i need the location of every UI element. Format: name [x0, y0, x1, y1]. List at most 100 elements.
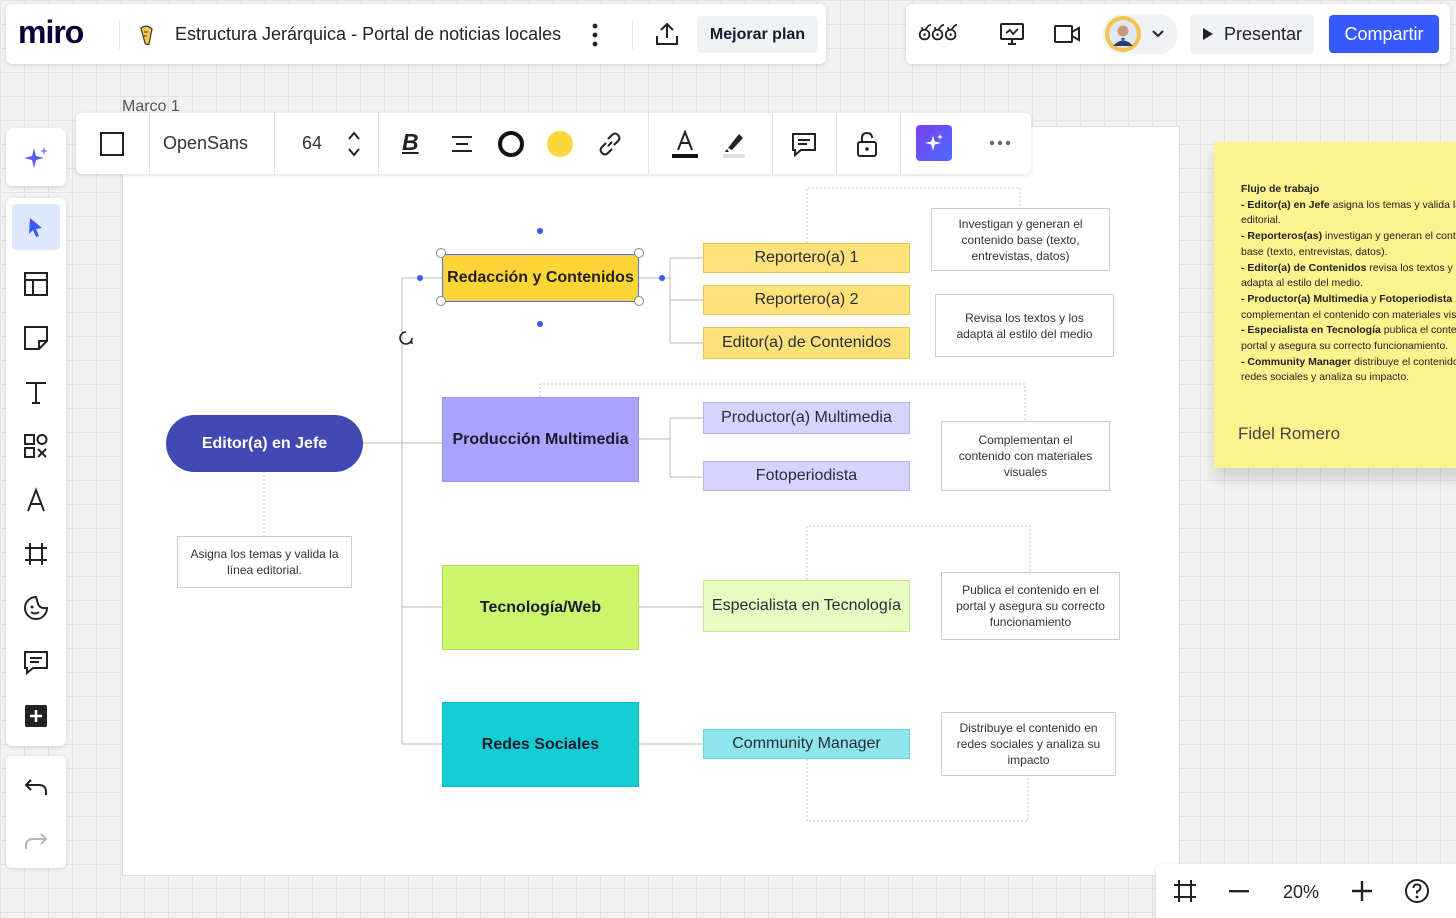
sticky-line-bold: - Editor(a) de Contenidos: [1241, 261, 1367, 274]
more-horizontal-icon[interactable]: [984, 133, 1016, 153]
resize-handle-tl[interactable]: [436, 248, 446, 258]
role-label: Fotoperiodista: [755, 467, 858, 484]
zoom-out-icon[interactable]: [1226, 878, 1252, 904]
branch-label: Redes Sociales: [481, 735, 600, 753]
format-toolbar: OpenSans 64 B: [76, 113, 1031, 174]
role-fotoperiodista[interactable]: Fotoperiodista: [703, 461, 910, 491]
note-multimedia[interactable]: Complementan el contenido con materiales…: [941, 421, 1110, 491]
role-especialista-tecnologia[interactable]: Especialista en Tecnología: [703, 580, 910, 632]
role-label: Editor(a) de Contenidos: [722, 334, 891, 351]
zoom-in-icon[interactable]: [1349, 878, 1375, 904]
branch-tecnologia-web[interactable]: Tecnología/Web: [442, 565, 639, 650]
role-label: Reportero(a) 2: [754, 291, 859, 308]
add-node-top-dot[interactable]: [537, 228, 543, 234]
sticky-line-text: investigan y generan el contenido: [1325, 230, 1456, 243]
sticky-line-bold: - Productor(a) Multimedia: [1241, 292, 1369, 305]
note-text: Distribuye el contenido en redes sociale…: [956, 721, 1101, 767]
font-family-select[interactable]: OpenSans: [163, 133, 248, 154]
role-editor-contenidos[interactable]: Editor(a) de Contenidos: [703, 327, 910, 359]
root-note[interactable]: Asigna los temas y valida la línea edito…: [177, 536, 352, 588]
sticky-line: - Editor(a) de Contenidos revisa los tex…: [1241, 261, 1456, 277]
sticky-line-bold: Fotoperiodista: [1379, 292, 1453, 305]
note-text: Complementan el contenido con materiales…: [958, 433, 1093, 479]
ai-assist-button[interactable]: [916, 125, 952, 161]
sticky-author: Fidel Romero: [1238, 424, 1341, 443]
sticky-title: Flujo de trabajo: [1241, 183, 1320, 195]
sticky-line-text: publica el contenido en el: [1383, 324, 1456, 337]
shape-type-square-icon[interactable]: [96, 128, 128, 160]
text-color-icon[interactable]: [668, 126, 702, 162]
sticky-line-text: base (texto, entrevistas, datos).: [1241, 245, 1388, 258]
add-node-right-dot[interactable]: [659, 275, 665, 281]
add-node-bottom-dot[interactable]: [537, 321, 543, 327]
note-text: Investigan y generan el contenido base (…: [958, 216, 1083, 263]
role-community-manager[interactable]: Community Manager: [703, 729, 910, 759]
role-label: Productor(a) Multimedia: [721, 409, 892, 426]
sticky-line-text: portal y asegura su correcto funcionamie…: [1241, 340, 1449, 353]
sticky-line-text: y: [1368, 292, 1380, 305]
role-label: Especialista en Tecnología: [711, 597, 902, 614]
root-node-label: Editor(a) en Jefe: [201, 434, 328, 452]
sticky-line: editorial.: [1241, 213, 1456, 229]
sticky-line: - Especialista en Tecnología publica el …: [1241, 323, 1456, 339]
note-text: Revisa los textos y los adapta al estilo…: [956, 310, 1093, 341]
role-reportero-2[interactable]: Reportero(a) 2: [703, 285, 910, 315]
sticky-line: - Community Manager distribuye el conten…: [1241, 355, 1456, 371]
branch-redes-sociales[interactable]: Redes Sociales: [442, 702, 639, 787]
role-label: Community Manager: [732, 735, 881, 752]
branch-label: Redacción y Contenidos: [447, 269, 634, 286]
root-note-text: Asigna los temas y valida la línea edito…: [190, 547, 339, 577]
resize-handle-bl[interactable]: [436, 296, 446, 306]
note-tecnologia[interactable]: Publica el contenido en el portal y aseg…: [941, 572, 1120, 640]
sticky-line: - Editor(a) en Jefe asigna los temas y v…: [1241, 198, 1456, 214]
sticky-line: adapta al estilo del medio.: [1241, 276, 1456, 292]
sticky-note-workflow[interactable]: Flujo de trabajo - Editor(a) en Jefe asi…: [1214, 142, 1456, 468]
sticky-line: base (texto, entrevistas, datos).: [1241, 245, 1456, 261]
sparkle-icon: [925, 134, 943, 151]
branch-redaccion-contenidos[interactable]: Redacción y Contenidos: [442, 254, 639, 302]
zoom-level[interactable]: 20%: [1283, 882, 1319, 903]
sticky-line: - Productor(a) Multimedia y Fotoperiodis…: [1241, 292, 1456, 308]
role-reportero-1[interactable]: Reportero(a) 1: [703, 243, 910, 273]
zoom-panel: 20%: [1156, 864, 1456, 918]
sticky-line: - Reporteros(as) investigan y generan el…: [1241, 229, 1456, 245]
font-size-stepper-icon[interactable]: [344, 127, 364, 161]
branch-produccion-multimedia[interactable]: Producción Multimedia: [442, 397, 639, 482]
sticky-line-bold: - Editor(a) en Jefe: [1241, 198, 1330, 211]
sticky-line-bold: - Especialista en Tecnología: [1241, 324, 1381, 337]
note-redaccion-2[interactable]: Revisa los textos y los adapta al estilo…: [935, 294, 1114, 357]
bold-button[interactable]: B: [402, 129, 419, 156]
branch-label: Tecnología/Web: [479, 598, 602, 616]
sticky-line-text: revisa los textos y los: [1369, 261, 1456, 274]
add-node-left-dot[interactable]: [417, 275, 423, 281]
fill-color-icon[interactable]: [544, 128, 576, 160]
resize-handle-tr[interactable]: [634, 248, 644, 258]
sticky-line-bold: - Community Manager: [1241, 355, 1352, 368]
root-node-editor-en-jefe[interactable]: Editor(a) en Jefe: [166, 415, 363, 472]
fit-frame-icon[interactable]: [1170, 876, 1200, 906]
comment-icon[interactable]: [788, 128, 820, 160]
sticky-line-bold: - Reporteros(as): [1241, 230, 1323, 243]
resize-handle-br[interactable]: [634, 296, 644, 306]
sticky-line-text: distribuye el contenido en: [1354, 355, 1456, 368]
link-icon[interactable]: [594, 128, 626, 160]
sticky-line: complementan el contenido con materiales…: [1241, 308, 1456, 324]
sticky-line-text: adapta al estilo del medio.: [1241, 277, 1363, 290]
lock-icon[interactable]: [851, 128, 883, 160]
role-productor-multimedia[interactable]: Productor(a) Multimedia: [703, 402, 910, 434]
sticky-line-text: complementan el contenido con materiales…: [1241, 308, 1456, 321]
sticky-line-text: asigna los temas y valida la: [1329, 198, 1456, 211]
branch-label: Producción Multimedia: [452, 430, 629, 448]
note-redaccion-1[interactable]: Investigan y generan el contenido base (…: [931, 208, 1110, 271]
sticky-line-text: editorial.: [1241, 214, 1281, 227]
note-redes[interactable]: Distribuye el contenido en redes sociale…: [941, 712, 1116, 776]
sticky-line: portal y asegura su correcto funcionamie…: [1241, 339, 1456, 355]
highlight-icon[interactable]: [717, 126, 751, 162]
border-color-icon[interactable]: [495, 128, 527, 160]
text-align-center-icon[interactable]: [446, 128, 478, 160]
sticky-line: redes sociales y analiza su impacto.: [1241, 370, 1456, 386]
note-text: Publica el contenido en el portal y aseg…: [956, 583, 1105, 629]
rotate-handle-icon[interactable]: [396, 328, 416, 348]
help-icon[interactable]: [1402, 876, 1432, 906]
font-size-value[interactable]: 64: [302, 133, 322, 154]
